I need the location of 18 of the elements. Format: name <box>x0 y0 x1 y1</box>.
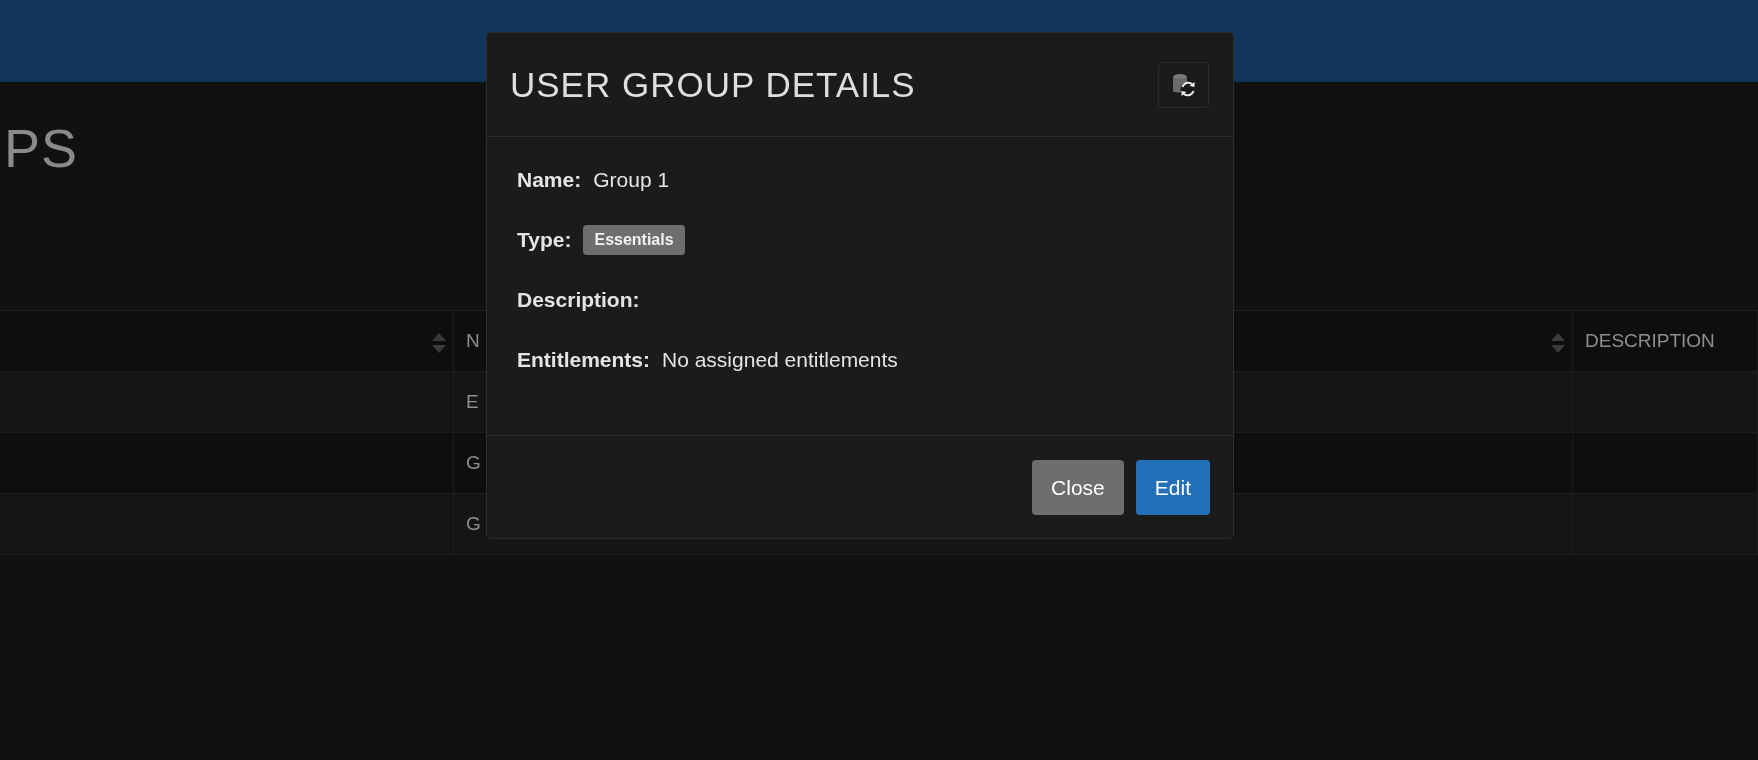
field-label: Name: <box>517 168 582 192</box>
field-label: Entitlements: <box>517 348 650 372</box>
column-header-label: N <box>466 330 480 352</box>
cell-text: G <box>466 452 481 474</box>
refresh-button[interactable] <box>1158 61 1209 108</box>
edit-button[interactable]: Edit <box>1135 460 1210 515</box>
cell-text: E <box>466 391 479 413</box>
cell-text: G <box>466 513 481 535</box>
field-label: Type: <box>517 228 572 252</box>
page-title: PS <box>4 117 79 179</box>
field-value: No assigned entitlements <box>662 348 898 372</box>
database-sync-icon <box>1171 71 1196 98</box>
modal-title: USER GROUP DETAILS <box>510 64 916 105</box>
close-button[interactable]: Close <box>1032 460 1124 515</box>
column-header-label: DESCRIPTION <box>1585 330 1715 352</box>
field-label: Description: <box>517 288 640 312</box>
type-badge: Essentials <box>583 225 685 255</box>
field-value: Group 1 <box>593 168 670 192</box>
